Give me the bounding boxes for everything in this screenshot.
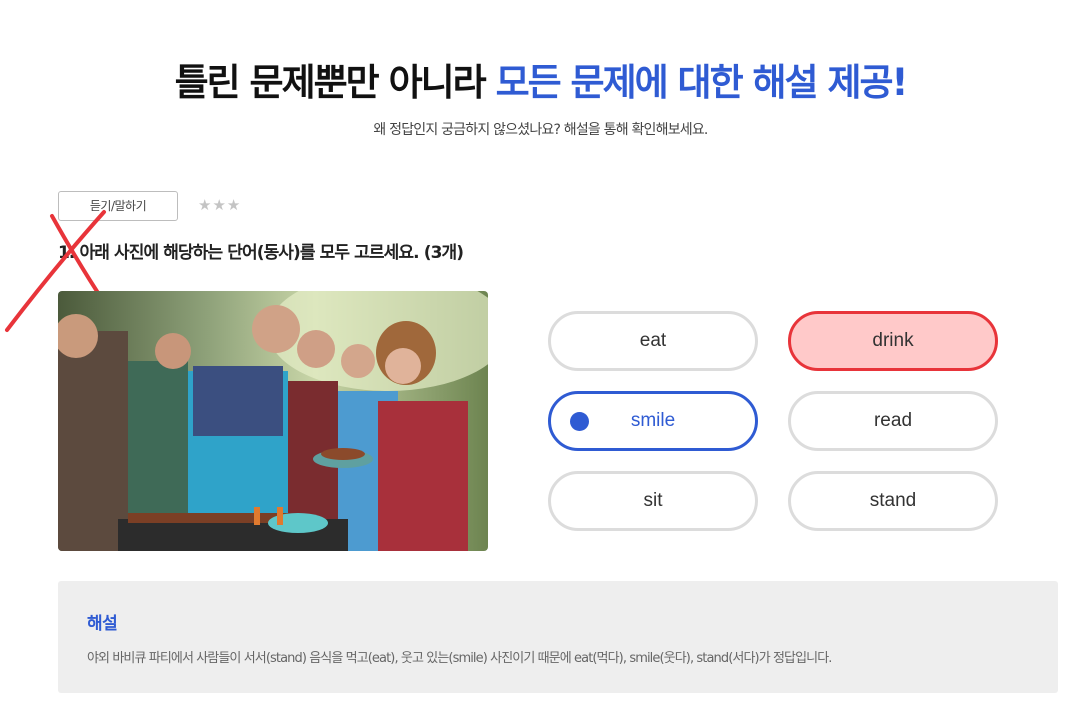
headline-dark-text: 틀린 문제뿐만 아니라 bbox=[174, 61, 496, 104]
choice-label: stand bbox=[869, 490, 917, 511]
difficulty-stars: ★★★ bbox=[198, 196, 242, 214]
choice-label: smile bbox=[630, 410, 676, 431]
choice-drink-button[interactable]: drink bbox=[788, 311, 998, 371]
barbecue-party-photo-icon bbox=[58, 291, 488, 551]
choice-read-button[interactable]: read bbox=[788, 391, 998, 451]
explanation-box: 해설 야외 바비큐 파티에서 사람들이 서서(stand) 음식을 먹고(eat… bbox=[58, 581, 1058, 693]
choice-sit-button[interactable]: sit bbox=[548, 471, 758, 531]
choice-stand-button[interactable]: stand bbox=[788, 471, 998, 531]
explanation-text: 야외 바비큐 파티에서 사람들이 서서(stand) 음식을 먹고(eat), … bbox=[87, 651, 832, 666]
explanation-title: 해설 bbox=[87, 614, 118, 634]
choice-label: sit bbox=[643, 490, 663, 511]
choice-eat-button[interactable]: eat bbox=[548, 311, 758, 371]
selected-dot-icon bbox=[570, 412, 589, 431]
choice-label: eat bbox=[639, 330, 667, 351]
choice-label: read bbox=[873, 410, 913, 431]
page-subtitle: 왜 정답인지 궁금하지 않으셨나요? 해설을 통해 확인해보세요. bbox=[373, 122, 708, 138]
headline-accent-text: 모든 문제에 대한 해설 제공! bbox=[495, 61, 909, 104]
choice-smile-button[interactable]: smile bbox=[548, 391, 758, 451]
question-photo bbox=[58, 291, 488, 551]
page-headline: 틀린 문제뿐만 아니라 모든 문제에 대한 해설 제공! bbox=[0, 60, 1081, 106]
choice-label: drink bbox=[872, 330, 914, 351]
